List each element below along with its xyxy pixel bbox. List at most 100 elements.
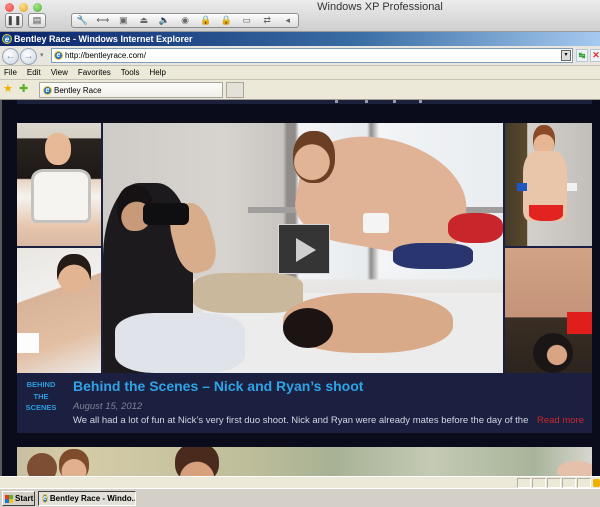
next-post-image[interactable]	[17, 447, 592, 476]
video-thumbnail-photoshoot[interactable]	[103, 123, 503, 373]
read-more-link[interactable]: Read more	[537, 415, 584, 426]
vm-window-title: Windows XP Professional	[317, 1, 443, 13]
post-date: August 15, 2012	[73, 401, 143, 412]
forward-button[interactable]: →	[20, 48, 37, 65]
camera-shape	[143, 203, 189, 225]
favorites-star-icon[interactable]: ★	[3, 82, 13, 95]
address-url[interactable]: http://bentleyrace.com/	[65, 51, 146, 60]
start-button[interactable]: Start	[2, 491, 35, 506]
pause-icon: ❚❚	[6, 15, 22, 25]
white-armband-shape	[567, 183, 577, 191]
address-bar-input[interactable]: e http://bentleyrace.com/ ▾	[51, 48, 573, 63]
browser-title: Bentley Race - Windows Internet Explorer	[14, 34, 193, 44]
start-label: Start	[15, 494, 34, 503]
category-line: BEHIND	[26, 380, 56, 389]
tab-bentley-race[interactable]: e Bentley Race	[39, 82, 223, 98]
back-arrow-icon: ←	[5, 51, 16, 62]
lock-alt-icon[interactable]: 🔒	[216, 14, 237, 27]
floppy-icon[interactable]: ▭	[236, 14, 257, 27]
menu-help[interactable]: Help	[149, 68, 165, 77]
hand-shape	[557, 461, 592, 476]
nav-dot	[419, 100, 422, 103]
menu-favorites[interactable]: Favorites	[78, 68, 111, 77]
play-icon	[296, 238, 316, 262]
post-summary: BEHIND THE SCENES Behind the Scenes – Ni…	[17, 373, 592, 433]
windows-taskbar: Start e Bentley Race - Windo...	[0, 488, 600, 507]
photo-man-lying-on-bed[interactable]	[17, 248, 101, 373]
post-category-link[interactable]: BEHIND THE SCENES	[19, 379, 63, 414]
blue-brief-shape	[393, 243, 473, 269]
model-head-shape	[293, 131, 335, 183]
add-favorites-icon[interactable]: ✚	[19, 82, 28, 95]
red-brief-shape	[448, 213, 503, 243]
cd-icon[interactable]: ◉	[175, 14, 196, 27]
pillow-shape	[115, 313, 245, 373]
menu-tools[interactable]: Tools	[121, 68, 140, 77]
vm-device-toolbar: 🔧 ⟷ ▣ ⏏ 🔈 ◉ 🔒 🔒 ▭ ⇄ ◂	[71, 13, 299, 28]
lower-model-head-shape	[283, 308, 333, 348]
recent-pages-dropdown[interactable]: ▾	[40, 51, 44, 59]
refresh-arrows-icon: ↹	[578, 51, 586, 60]
ie-logo-icon: e	[2, 34, 12, 44]
tab-label: Bentley Race	[54, 85, 102, 95]
status-pane	[547, 478, 561, 488]
status-pane	[517, 478, 531, 488]
post-excerpt: We all had a lot of fun at Nick’s very f…	[73, 415, 529, 426]
status-pane	[532, 478, 546, 488]
nav-dot	[335, 100, 338, 103]
address-toolbar: ← → ▾ e http://bentleyrace.com/ ▾ ↹ ✕	[0, 46, 600, 66]
settings-wrench-icon[interactable]: 🔧	[72, 14, 93, 27]
snapshot-button[interactable]: ▤	[28, 13, 46, 28]
video-play-button[interactable]	[278, 224, 330, 274]
red-brief-shape	[529, 205, 563, 221]
page-viewport: BEHIND THE SCENES Behind the Scenes – Ni…	[0, 100, 600, 476]
taskbar-item-ie[interactable]: e Bentley Race - Windo...	[38, 491, 136, 506]
ie-logo-icon: e	[42, 494, 48, 503]
snapshot-icon: ▤	[32, 15, 42, 25]
menu-view[interactable]: View	[51, 68, 68, 77]
menu-edit[interactable]: Edit	[27, 68, 41, 77]
wristband-shape	[363, 213, 389, 233]
site-header-strip	[17, 100, 592, 104]
page-favicon-icon: e	[54, 51, 63, 60]
post-card: BEHIND THE SCENES Behind the Scenes – Ni…	[17, 123, 592, 433]
menu-file[interactable]: File	[4, 68, 17, 77]
photo-man-red-briefs[interactable]	[505, 123, 592, 246]
back-button[interactable]: ←	[2, 48, 19, 65]
vm-host-toolbar: Windows XP Professional ❚❚ ▤ 🔧 ⟷ ▣ ⏏ 🔈 ◉…	[0, 0, 600, 32]
new-tab-button[interactable]	[226, 82, 244, 98]
network-icon[interactable]: ⇄	[257, 14, 278, 27]
head-shape	[59, 449, 89, 476]
stop-icon: ✕	[592, 50, 600, 60]
browser-title-bar: e Bentley Race - Windows Internet Explor…	[0, 32, 600, 46]
windows-logo-icon	[5, 494, 13, 503]
head-shape	[27, 453, 57, 476]
photo-two-men-closeup[interactable]	[505, 248, 592, 373]
address-dropdown-button[interactable]: ▾	[561, 50, 571, 61]
sound-icon[interactable]: 🔈	[154, 14, 175, 27]
post-title-link[interactable]: Behind the Scenes – Nick and Ryan’s shoo…	[73, 378, 363, 394]
more-icon[interactable]: ◂	[277, 14, 298, 27]
nav-dot	[365, 100, 368, 103]
taskbar-item-label: Bentley Race - Windo...	[49, 494, 136, 503]
refresh-go-button[interactable]: ↹	[576, 49, 588, 62]
head-shape	[175, 447, 219, 476]
category-line: THE	[33, 391, 49, 401]
security-zone-icon[interactable]	[593, 479, 600, 487]
browser-status-bar	[0, 476, 600, 488]
stop-button[interactable]: ✕	[590, 49, 600, 62]
resize-icon[interactable]: ⟷	[93, 14, 114, 27]
khaki-pants-shape	[193, 273, 303, 313]
photo-smiling-man-tank-top[interactable]	[17, 123, 101, 246]
menu-bar: File Edit View Favorites Tools Help	[0, 66, 600, 80]
status-pane	[577, 478, 591, 488]
refresh-icon[interactable]: ▣	[113, 14, 134, 27]
usb-icon[interactable]: ⏏	[134, 14, 155, 27]
pause-vm-button[interactable]: ❚❚	[5, 13, 23, 28]
nav-dot	[393, 100, 396, 103]
tab-favicon-icon: e	[43, 85, 52, 95]
category-line: SCENES	[25, 403, 57, 412]
blue-armband-shape	[517, 183, 527, 191]
lock-icon[interactable]: 🔒	[195, 14, 216, 27]
status-pane	[562, 478, 576, 488]
